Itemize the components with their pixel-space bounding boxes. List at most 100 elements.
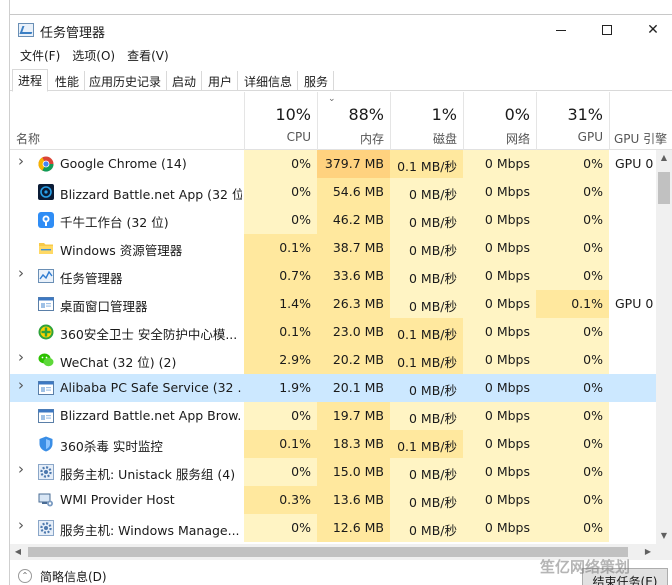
process-row[interactable]: › 服务主机: Windows Manage... 0% 12.6 MB 0 MB/秒 0… — [10, 514, 656, 542]
process-name-cell[interactable]: Windows 资源管理器 — [10, 234, 244, 262]
process-row[interactable]: Blizzard Battle.net App (32 位) 0% 54.6 MB 0… — [10, 178, 656, 206]
cpu-cell: 0% — [244, 206, 317, 234]
process-name-cell[interactable]: 360安全卫士 安全防护中心模... — [10, 318, 244, 346]
cpu-cell: 0.1% — [244, 318, 317, 346]
process-row[interactable]: Windows 资源管理器 0.1% 38.7 MB 0 MB/秒 0 Mbps 0% — [10, 234, 656, 262]
gpu-cell: 0% — [536, 486, 609, 514]
process-row[interactable]: › WeChat (32 位) (2) 2.9% 20.2 MB 0.1 MB/秒 0 M… — [10, 346, 656, 374]
vertical-scrollbar[interactable]: ▲ ▼ — [656, 150, 672, 544]
cpu-cell: 0% — [244, 178, 317, 206]
task-manager-icon — [38, 268, 54, 284]
memory-cell: 20.1 MB — [317, 374, 390, 402]
process-name-cell[interactable]: › 服务主机: Unistack 服务组 (4) — [10, 458, 244, 486]
less-details-link[interactable]: 简略信息(D) — [40, 568, 107, 585]
memory-cell: 18.3 MB — [317, 430, 390, 458]
process-name-cell[interactable]: Blizzard Battle.net App Brow... — [10, 402, 244, 430]
chevron-right-icon[interactable]: › — [18, 376, 24, 394]
folder-icon — [38, 240, 54, 256]
process-name: WeChat (32 位) (2) — [60, 355, 177, 370]
gpu-cell: 0% — [536, 346, 609, 374]
process-name: 任务管理器 — [60, 271, 123, 286]
disk-column-label: 磁盘 — [432, 132, 457, 146]
tab-performance[interactable]: 性能 — [50, 71, 86, 91]
column-header-name[interactable]: 名称 — [10, 92, 244, 150]
scroll-down-icon[interactable]: ▼ — [656, 528, 672, 544]
scroll-right-icon[interactable]: ▶ — [640, 544, 656, 560]
process-name-cell[interactable]: Blizzard Battle.net App (32 位) — [10, 178, 244, 206]
chevron-right-icon[interactable]: › — [18, 264, 24, 282]
network-cell: 0 Mbps — [463, 262, 536, 290]
process-name: 服务主机: Unistack 服务组 (4) — [60, 467, 236, 482]
process-row[interactable]: Blizzard Battle.net App Brow... 0% 19.7 MB… — [10, 402, 656, 430]
process-name-cell[interactable]: 桌面窗口管理器 — [10, 290, 244, 318]
process-row[interactable]: 360安全卫士 安全防护中心模... 0.1% 23.0 MB 0.1 MB/秒 0 M… — [10, 318, 656, 346]
column-header-memory[interactable]: ⌄ 88% 内存 — [317, 92, 390, 150]
maximize-button[interactable] — [584, 15, 630, 45]
memory-cell: 12.6 MB — [317, 514, 390, 542]
chevron-right-icon[interactable]: › — [18, 460, 24, 478]
window-icon — [38, 380, 54, 396]
menu-bar: 文件(F) 选项(O) 查看(V) — [10, 45, 175, 65]
process-name: 360安全卫士 安全防护中心模... — [60, 327, 238, 342]
chevron-right-icon[interactable]: › — [18, 348, 24, 366]
disk-cell: 0 MB/秒 — [390, 402, 463, 430]
horizontal-scroll-thumb[interactable] — [28, 547, 628, 557]
disk-cell: 0 MB/秒 — [390, 374, 463, 402]
close-button[interactable]: ✕ — [630, 15, 672, 45]
process-row[interactable]: 桌面窗口管理器 1.4% 26.3 MB 0 MB/秒 0 Mbps 0.1% GPU 0 — [10, 290, 656, 318]
wechat-icon — [38, 352, 54, 368]
chevron-right-icon[interactable]: › — [18, 516, 24, 534]
network-total-percent: 0% — [504, 105, 530, 124]
menu-options[interactable]: 选项(O) — [66, 45, 121, 65]
memory-column-label: 内存 — [359, 132, 384, 146]
process-name-cell[interactable]: 千牛工作台 (32 位) — [10, 206, 244, 234]
process-row[interactable]: 360杀毒 实时监控 0.1% 18.3 MB 0.1 MB/秒 0 Mbps 0% — [10, 430, 656, 458]
process-row[interactable]: WMI Provider Host 0.3% 13.6 MB 0 MB/秒 0 Mbps… — [10, 486, 656, 514]
process-name-cell[interactable]: 360杀毒 实时监控 — [10, 430, 244, 458]
gpu-engine-cell — [609, 206, 656, 234]
disk-cell: 0.1 MB/秒 — [390, 430, 463, 458]
disk-cell: 0 MB/秒 — [390, 234, 463, 262]
minimize-button[interactable] — [538, 15, 584, 45]
process-row[interactable]: › Google Chrome (14) 0% 379.7 MB 0.1 MB/秒 0 M… — [10, 150, 656, 178]
tab-startup[interactable]: 启动 — [167, 71, 203, 91]
column-header-network[interactable]: 0% 网络 — [463, 92, 536, 150]
disk-cell: 0 MB/秒 — [390, 458, 463, 486]
tab-app-history[interactable]: 应用历史记录 — [84, 71, 168, 91]
menu-file[interactable]: 文件(F) — [14, 45, 66, 65]
process-name-cell[interactable]: › 任务管理器 — [10, 262, 244, 290]
process-name-cell[interactable]: › 服务主机: Windows Manage... — [10, 514, 244, 542]
process-name-cell[interactable]: › Alibaba PC Safe Service (32 ... — [10, 374, 244, 402]
process-name-cell[interactable]: › WeChat (32 位) (2) — [10, 346, 244, 374]
chevron-up-icon[interactable]: ⌃ — [18, 569, 32, 583]
process-name-cell[interactable]: WMI Provider Host — [10, 486, 244, 514]
scroll-up-icon[interactable]: ▲ — [656, 150, 672, 166]
process-name-cell[interactable]: › Google Chrome (14) — [10, 150, 244, 178]
disk-cell: 0 MB/秒 — [390, 262, 463, 290]
gpu-engine-cell — [609, 374, 656, 402]
process-row[interactable]: › 服务主机: Unistack 服务组 (4) 0% 15.0 MB 0 MB/秒 0 … — [10, 458, 656, 486]
vertical-scroll-thumb[interactable] — [658, 172, 670, 204]
cpu-cell: 0.3% — [244, 486, 317, 514]
gpu-engine-cell — [609, 458, 656, 486]
process-row[interactable]: 千牛工作台 (32 位) 0% 46.2 MB 0 MB/秒 0 Mbps 0% — [10, 206, 656, 234]
scroll-left-icon[interactable]: ◀ — [10, 544, 26, 560]
column-header-disk[interactable]: 1% 磁盘 — [390, 92, 463, 150]
tab-users[interactable]: 用户 — [203, 71, 239, 91]
cpu-cell: 1.9% — [244, 374, 317, 402]
gpu-cell: 0% — [536, 402, 609, 430]
tab-details[interactable]: 详细信息 — [239, 71, 299, 91]
memory-cell: 26.3 MB — [317, 290, 390, 318]
chevron-right-icon[interactable]: › — [18, 152, 24, 170]
gpu-engine-cell: GPU 0 — [615, 296, 654, 311]
tab-processes[interactable]: 进程 — [12, 69, 49, 92]
column-header-gpu[interactable]: 31% GPU — [536, 92, 609, 150]
menu-view[interactable]: 查看(V) — [121, 45, 175, 65]
column-header-gpu-engine[interactable]: GPU 引擎 — [609, 92, 672, 150]
process-name: Blizzard Battle.net App Brow... — [60, 408, 242, 423]
process-row[interactable]: › 任务管理器 0.7% 33.6 MB 0 MB/秒 0 Mbps 0% — [10, 262, 656, 290]
title-bar[interactable]: 任务管理器 ✕ — [10, 15, 672, 45]
tab-services[interactable]: 服务 — [299, 71, 335, 91]
column-header-cpu[interactable]: 10% CPU — [244, 92, 317, 150]
process-row[interactable]: › Alibaba PC Safe Service (32 ... 1.9% 20.1… — [10, 374, 656, 402]
